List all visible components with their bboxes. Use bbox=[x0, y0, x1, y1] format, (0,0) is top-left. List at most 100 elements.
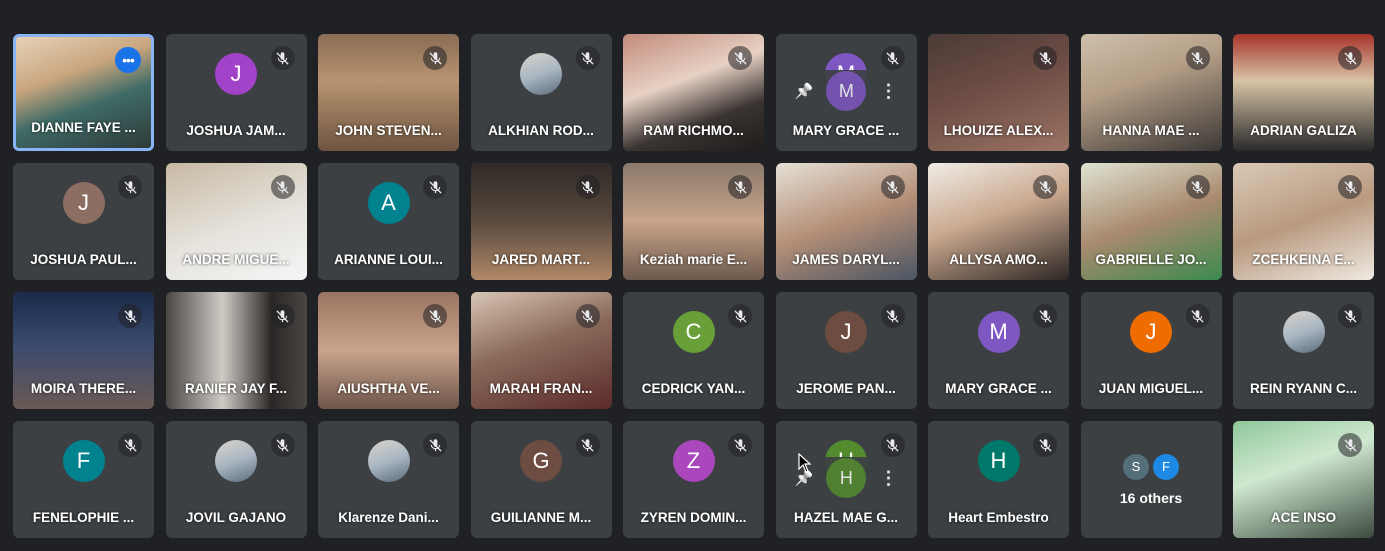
participant-name: GABRIELLE JO... bbox=[1095, 252, 1207, 267]
participant-tile[interactable]: JOVIL GAJANO bbox=[165, 421, 307, 538]
participant-tile[interactable]: AIUSHTHA VE... bbox=[318, 292, 459, 409]
participant-tile[interactable]: REIN RYANN C... bbox=[1233, 292, 1374, 409]
participant-name: ZCEHKEINA E... bbox=[1252, 252, 1355, 267]
participant-name: LHOUIZE ALEX... bbox=[943, 123, 1054, 138]
participant-name: ACE INSO bbox=[1270, 510, 1337, 525]
participant-tile[interactable]: ALKHIAN ROD... bbox=[470, 34, 612, 151]
participant-tile[interactable]: RANIER JAY F... bbox=[165, 292, 307, 409]
participant-avatar: M bbox=[977, 311, 1020, 353]
others-count-label: 16 others bbox=[1119, 489, 1183, 506]
mic-off-icon bbox=[1185, 175, 1210, 199]
participant-tile[interactable]: JARED MART... bbox=[470, 163, 612, 280]
participant-tile[interactable]: JAMES DARYL... bbox=[775, 163, 917, 280]
participant-avatar: J bbox=[62, 182, 105, 224]
participant-tile[interactable]: LHOUIZE ALEX... bbox=[928, 34, 1069, 151]
participant-tile[interactable]: H Heart Embestro bbox=[928, 421, 1069, 538]
others-avatar: F bbox=[1153, 453, 1179, 480]
participant-tile[interactable]: M MARY GRACE ... bbox=[928, 292, 1069, 409]
participant-tile[interactable]: ALLYSA AMO... bbox=[928, 163, 1069, 280]
participant-tile[interactable]: ZCEHKEINA E... bbox=[1233, 163, 1374, 280]
participant-tile[interactable]: J JEROME PAN... bbox=[775, 292, 917, 409]
participant-tile[interactable]: J JUAN MIGUEL... bbox=[1080, 292, 1222, 409]
participant-avatar: J bbox=[1130, 311, 1172, 353]
participant-name: ARIANNE LOUI... bbox=[334, 252, 443, 267]
participant-avatar: H bbox=[977, 440, 1020, 482]
mic-off-icon bbox=[1338, 175, 1362, 199]
participant-tile[interactable]: ACE INSO bbox=[1233, 421, 1374, 538]
mic-off-icon bbox=[575, 175, 600, 199]
mic-off-icon bbox=[880, 433, 905, 457]
participant-tile[interactable]: Z ZYREN DOMIN... bbox=[623, 421, 764, 538]
mute-participant-button[interactable]: H bbox=[826, 458, 867, 498]
mic-off-icon bbox=[728, 433, 752, 457]
more-options-button[interactable]: ••• bbox=[115, 47, 141, 73]
participant-name: JOVIL GAJANO bbox=[185, 510, 287, 525]
participant-tile[interactable]: JOHN STEVEN... bbox=[318, 34, 459, 151]
more-options-icon[interactable]: ⋮ bbox=[880, 81, 898, 102]
mouse-cursor-icon bbox=[798, 453, 812, 473]
participant-tile[interactable]: RAM RICHMO... bbox=[623, 34, 764, 151]
participant-tile[interactable]: Keziah marie E... bbox=[623, 163, 764, 280]
participant-name: GUILIANNE M... bbox=[490, 510, 592, 525]
participant-photo-avatar bbox=[520, 53, 562, 95]
mic-off-icon bbox=[270, 433, 295, 457]
mic-off-icon bbox=[728, 304, 752, 328]
more-options-icon[interactable]: ⋮ bbox=[880, 468, 898, 489]
tile-hover-controls: 📌 M ⋮ bbox=[780, 70, 912, 112]
participant-tile[interactable]: ••• DIANNE FAYE ... bbox=[13, 34, 154, 151]
participant-name: DIANNE FAYE ... bbox=[31, 120, 136, 135]
mic-off-icon bbox=[1338, 304, 1362, 328]
participant-photo-avatar bbox=[215, 440, 257, 482]
participant-tile[interactable]: ADRIAN GALIZA bbox=[1233, 34, 1374, 151]
mic-off-icon bbox=[270, 304, 295, 328]
participant-grid: ••• DIANNE FAYE ... J JOSHUA JAM... JOHN STE… bbox=[13, 34, 1374, 538]
mic-off-icon bbox=[1033, 304, 1057, 328]
participant-tile[interactable]: ANDRE MIGUE... bbox=[165, 163, 307, 280]
participant-tile[interactable]: G GUILIANNE M... bbox=[470, 421, 612, 538]
mic-off-icon bbox=[1033, 433, 1057, 457]
participant-tile[interactable]: MARAH FRAN... bbox=[470, 292, 612, 409]
mic-off-icon bbox=[575, 46, 600, 70]
participant-tile[interactable]: Klarenze Dani... bbox=[318, 421, 459, 538]
others-avatar: S bbox=[1123, 453, 1149, 480]
mic-off-icon bbox=[728, 175, 752, 199]
participant-name: JUAN MIGUEL... bbox=[1098, 381, 1204, 396]
participant-avatar: G bbox=[520, 440, 562, 482]
mic-off-icon bbox=[1185, 304, 1210, 328]
participant-name: JEROME PAN... bbox=[796, 381, 896, 396]
participant-name: HANNA MAE ... bbox=[1102, 123, 1200, 138]
pin-icon[interactable]: 📌 bbox=[795, 82, 814, 100]
participant-name: RAM RICHMO... bbox=[643, 123, 744, 138]
mic-off-icon bbox=[880, 46, 905, 70]
participant-tile[interactable]: HANNA MAE ... bbox=[1080, 34, 1222, 151]
participant-name: Klarenze Dani... bbox=[338, 510, 439, 525]
participant-name: MARY GRACE ... bbox=[945, 381, 1052, 396]
participant-tile[interactable]: F FENELOPHIE ... bbox=[13, 421, 154, 538]
participant-avatar: C bbox=[672, 311, 715, 353]
participant-tile[interactable]: C CEDRICK YAN... bbox=[623, 292, 764, 409]
participant-avatar: F bbox=[62, 440, 105, 482]
participant-name: ADRIAN GALIZA bbox=[1250, 123, 1357, 138]
participant-tile[interactable]: M📌 M ⋮ MARY GRACE ... bbox=[775, 34, 917, 151]
participant-tile[interactable]: MOIRA THERE... bbox=[13, 292, 154, 409]
participant-name: JOHN STEVEN... bbox=[335, 123, 442, 138]
mic-off-icon bbox=[118, 175, 142, 199]
participant-tile[interactable]: GABRIELLE JO... bbox=[1080, 163, 1222, 280]
mic-off-icon bbox=[575, 304, 600, 328]
participant-tile[interactable]: A ARIANNE LOUI... bbox=[318, 163, 459, 280]
participant-name: JARED MART... bbox=[491, 252, 591, 267]
mic-off-icon bbox=[880, 304, 905, 328]
participant-name: JAMES DARYL... bbox=[792, 252, 900, 267]
participant-tile[interactable]: H📌H⋮HAZEL MAE G... bbox=[775, 421, 917, 538]
participant-tile[interactable]: J JOSHUA JAM... bbox=[165, 34, 307, 151]
participant-name: FENELOPHIE ... bbox=[32, 510, 135, 525]
mic-off-icon bbox=[728, 46, 752, 70]
others-summary[interactable]: S F 16 others bbox=[1081, 421, 1222, 538]
participant-photo-avatar bbox=[367, 440, 410, 482]
participant-name: MARY GRACE ... bbox=[792, 123, 900, 138]
participant-tile[interactable]: J JOSHUA PAUL... bbox=[13, 163, 154, 280]
mute-participant-button[interactable]: M bbox=[826, 71, 867, 111]
mic-off-icon bbox=[423, 175, 447, 199]
participant-tile[interactable]: S F 16 others bbox=[1080, 421, 1222, 538]
mic-off-icon bbox=[423, 433, 447, 457]
